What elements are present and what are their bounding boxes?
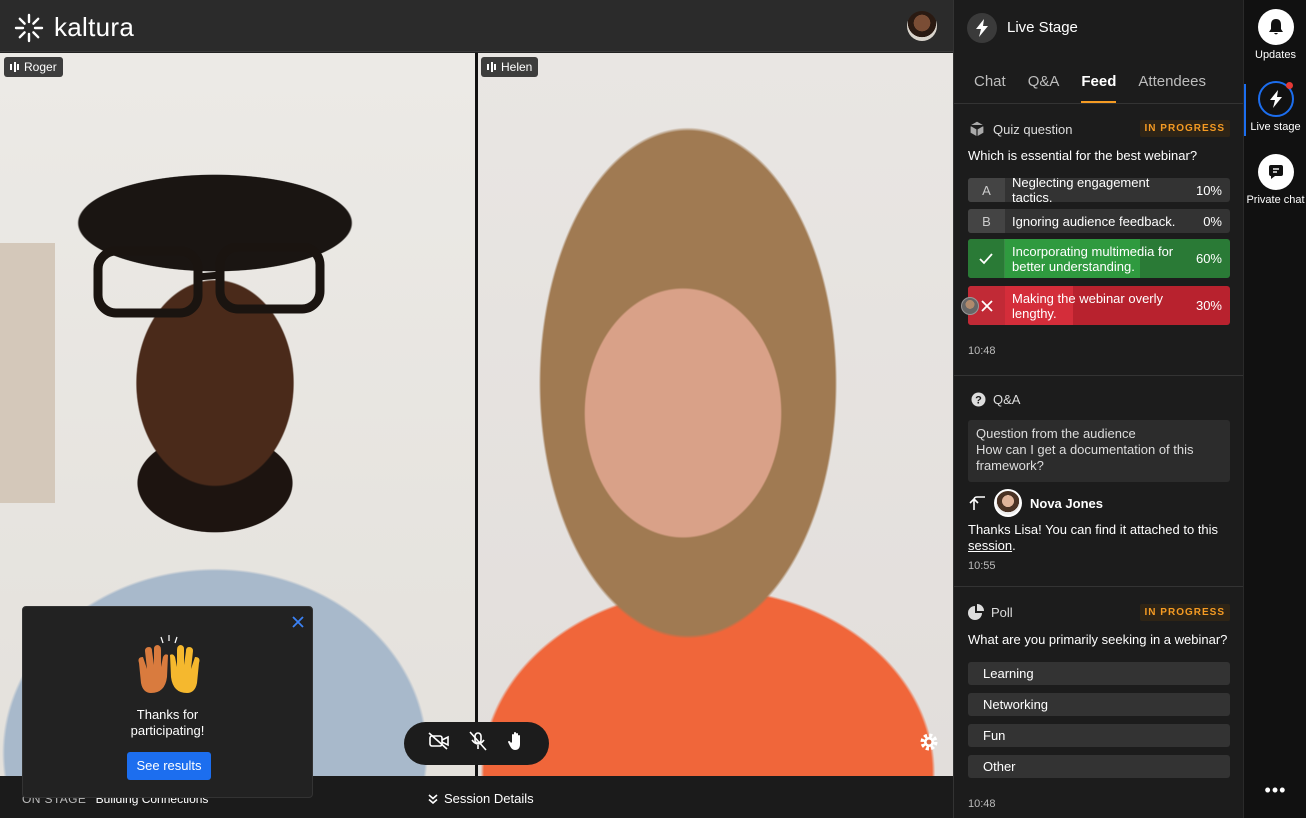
- svg-text:?: ?: [975, 395, 982, 407]
- option-letter: B: [968, 209, 1005, 233]
- participant-name-tag: Roger: [4, 57, 63, 77]
- rail-item-updates[interactable]: Updates: [1244, 9, 1306, 61]
- quiz-option-b[interactable]: B Ignoring audience feedback. 0%: [968, 209, 1230, 233]
- option-text: Ignoring audience feedback.: [1012, 213, 1176, 229]
- quiz-option-c-correct[interactable]: Incorporating multimedia for better unde…: [968, 239, 1230, 278]
- answer-text: Thanks Lisa! You can find it attached to…: [968, 522, 1230, 554]
- live-stage-panel: Live Stage Chat Q&A Feed Attendees Quiz …: [953, 0, 1244, 818]
- poll-option[interactable]: Other: [968, 755, 1230, 778]
- session-link[interactable]: session: [968, 538, 1012, 553]
- rail-item-live-stage[interactable]: Live stage: [1244, 81, 1306, 133]
- thanks-popup: Thanks for participating! See results: [22, 606, 313, 798]
- chat-bubble-icon: [1257, 154, 1294, 190]
- settings-gear-icon[interactable]: [918, 731, 940, 758]
- poll-option[interactable]: Fun: [968, 724, 1230, 747]
- user-avatar[interactable]: [907, 11, 937, 41]
- qa-label: Q&A: [993, 392, 1021, 407]
- quiz-card-header: Quiz question: [968, 120, 1073, 138]
- answerer-name: Nova Jones: [1030, 495, 1103, 511]
- audio-level-icon: [487, 62, 496, 72]
- audience-question: Question from the audience How can I get…: [968, 420, 1230, 482]
- background-shelf: [0, 243, 55, 503]
- answer-end: .: [1012, 538, 1016, 553]
- rail-label: Updates: [1255, 49, 1296, 61]
- lightning-icon: [967, 12, 997, 43]
- reply-arrow-icon: [969, 496, 985, 510]
- rail-item-private-chat[interactable]: Private chat: [1244, 154, 1306, 206]
- tab-chat[interactable]: Chat: [974, 62, 1006, 103]
- participant-name: Roger: [24, 60, 57, 74]
- poll-option[interactable]: Learning: [968, 662, 1230, 685]
- rail-label: Live stage: [1250, 121, 1301, 133]
- check-icon: [968, 239, 1005, 278]
- question-text: How can I get a documentation of this fr…: [976, 442, 1194, 473]
- kaltura-logo-icon: [14, 13, 44, 42]
- quiz-option-d-wrong[interactable]: Making the webinar overly lengthy. 30%: [968, 286, 1230, 325]
- panel-tabs: Chat Q&A Feed Attendees: [954, 62, 1244, 104]
- quiz-card: Quiz question IN PROGRESS Which is essen…: [954, 105, 1244, 376]
- bell-icon: [1257, 9, 1294, 45]
- rail-label: Private chat: [1246, 194, 1305, 206]
- poll-card: Poll IN PROGRESS What are you primarily …: [954, 587, 1244, 818]
- poll-question: What are you primarily seeking in a webi…: [968, 632, 1228, 647]
- status-badge: IN PROGRESS: [1139, 604, 1230, 621]
- close-icon[interactable]: [292, 615, 304, 633]
- option-letter: A: [968, 178, 1005, 202]
- lightning-icon: [1257, 81, 1294, 117]
- quiz-question: Which is essential for the best webinar?: [968, 148, 1198, 163]
- answerer-row: Nova Jones: [968, 489, 1103, 517]
- option-text: Neglecting engagement tactics.: [1012, 178, 1150, 202]
- notification-dot: [1285, 82, 1293, 89]
- media-controls: [404, 722, 549, 765]
- timestamp: 10:55: [968, 560, 996, 572]
- participant-name-tag: Helen: [481, 57, 539, 77]
- option-percent: 30%: [1195, 298, 1222, 313]
- tab-qa[interactable]: Q&A: [1028, 62, 1060, 103]
- pie-chart-icon: [968, 604, 984, 620]
- glasses-shape: [93, 243, 325, 318]
- question-icon: ?: [971, 392, 986, 407]
- poll-option[interactable]: Networking: [968, 693, 1230, 716]
- more-icon[interactable]: •••: [1244, 780, 1306, 801]
- high-five-icon: [138, 635, 200, 693]
- tab-attendees[interactable]: Attendees: [1138, 62, 1206, 103]
- qa-card-header: ? Q&A: [971, 392, 1020, 407]
- participant-name: Helen: [501, 60, 533, 74]
- thanks-message: Thanks for participating!: [130, 707, 205, 738]
- stage-area: kaltura Roger Helen ON STAGE Building Co…: [0, 0, 953, 818]
- cube-icon: [969, 120, 985, 138]
- session-details-label: Session Details: [444, 791, 534, 806]
- mic-off-icon[interactable]: [469, 731, 488, 756]
- top-bar: kaltura: [0, 0, 953, 52]
- chevrons-down-icon: [428, 793, 438, 804]
- answer-body: Thanks Lisa! You can find it attached to…: [968, 522, 1219, 537]
- video-tile-helen[interactable]: Helen: [478, 53, 953, 776]
- option-percent: 0%: [1203, 213, 1222, 229]
- option-text: Making the webinar overly lengthy.: [1012, 290, 1164, 321]
- panel-title: Live Stage: [1007, 19, 1078, 36]
- option-percent: 60%: [1195, 251, 1222, 266]
- panel-header: Live Stage: [954, 0, 1244, 55]
- poll-label: Poll: [991, 604, 1013, 620]
- quiz-option-a[interactable]: A Neglecting engagement tactics. 10%: [968, 178, 1230, 202]
- option-percent: 10%: [1195, 182, 1222, 198]
- see-results-button[interactable]: See results: [127, 752, 211, 780]
- timestamp: 10:48: [968, 798, 996, 810]
- voter-avatar: [961, 297, 979, 315]
- camera-off-icon[interactable]: [428, 732, 450, 755]
- logo-text: kaltura: [54, 12, 135, 42]
- question-title: Question from the audience: [976, 426, 1136, 441]
- timestamp: 10:48: [968, 345, 996, 357]
- audio-level-icon: [10, 62, 19, 72]
- tab-feed[interactable]: Feed: [1081, 62, 1117, 103]
- session-details-button[interactable]: Session Details: [428, 791, 534, 806]
- poll-card-header: Poll: [968, 604, 1013, 620]
- kaltura-logo[interactable]: kaltura: [14, 12, 134, 43]
- raise-hand-icon[interactable]: [507, 731, 525, 756]
- quiz-label: Quiz question: [993, 121, 1073, 137]
- right-rail: Updates Live stage Private chat •••: [1243, 0, 1306, 818]
- option-text: Incorporating multimedia for better unde…: [1012, 243, 1174, 274]
- status-badge: IN PROGRESS: [1139, 120, 1230, 137]
- avatar: [994, 489, 1022, 517]
